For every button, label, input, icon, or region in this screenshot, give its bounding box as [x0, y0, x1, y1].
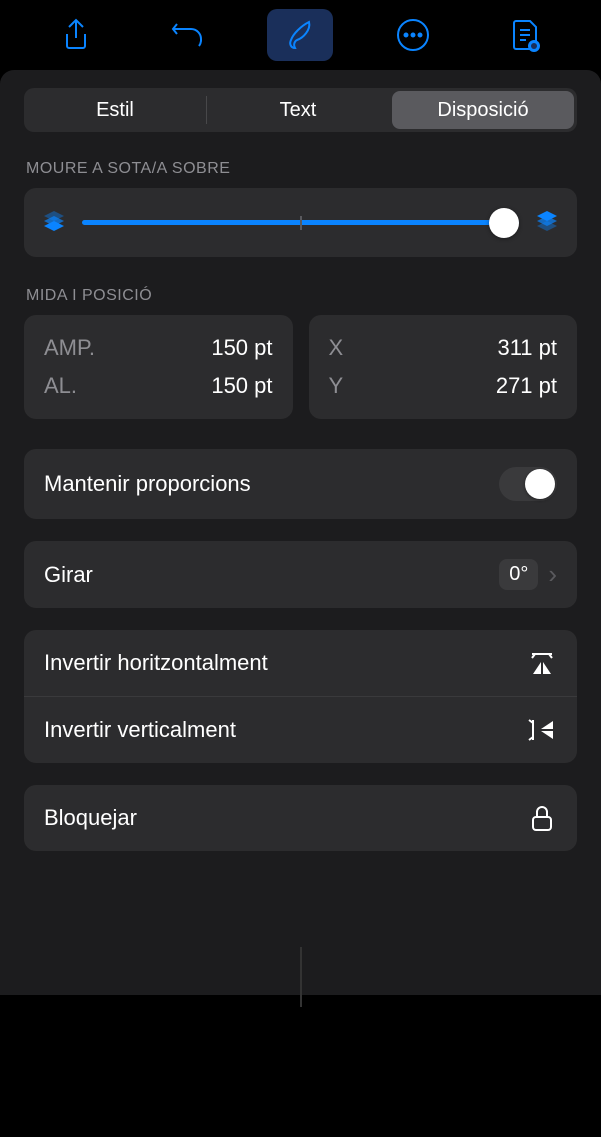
constrain-label: Mantenir proporcions	[44, 471, 251, 497]
rotate-row[interactable]: Girar 0° ›	[24, 541, 577, 608]
lock-label: Bloquejar	[44, 805, 137, 831]
height-row[interactable]: AL. 150 pt	[44, 367, 273, 405]
layer-back-icon	[40, 206, 68, 239]
width-label: AMP.	[44, 335, 95, 361]
undo-icon	[171, 20, 205, 50]
flip-vertical-icon	[527, 715, 557, 745]
constrain-panel: Mantenir proporcions	[24, 449, 577, 519]
layer-section-label: MOURE A SOTA/A SOBRE	[24, 160, 577, 178]
flip-horizontal-row[interactable]: Invertir horitzontalment	[24, 630, 577, 696]
y-label: Y	[329, 373, 344, 399]
chevron-right-icon: ›	[548, 559, 557, 590]
x-row[interactable]: X 311 pt	[329, 329, 558, 367]
document-icon	[510, 18, 540, 52]
constrain-switch[interactable]	[499, 467, 557, 501]
rotate-panel: Girar 0° ›	[24, 541, 577, 608]
slider-thumb[interactable]	[489, 208, 519, 238]
lock-icon	[527, 803, 557, 833]
format-panel: Estil Text Disposició MOURE A SOTA/A SOB…	[0, 70, 601, 995]
undo-button[interactable]	[155, 9, 221, 61]
width-row[interactable]: AMP. 150 pt	[44, 329, 273, 367]
x-label: X	[329, 335, 344, 361]
height-label: AL.	[44, 373, 77, 399]
tab-text[interactable]: Text	[207, 88, 389, 132]
width-value: 150 pt	[211, 335, 272, 361]
lock-row[interactable]: Bloquejar	[24, 785, 577, 851]
share-icon	[61, 18, 91, 52]
layer-front-icon	[533, 206, 561, 239]
switch-knob	[525, 469, 555, 499]
top-toolbar	[0, 0, 601, 70]
tab-style[interactable]: Estil	[24, 88, 206, 132]
callout-line	[300, 947, 302, 1007]
format-brush-icon	[283, 18, 317, 52]
layer-order-panel	[24, 188, 577, 257]
more-button[interactable]	[380, 9, 446, 61]
flip-v-label: Invertir verticalment	[44, 717, 236, 743]
tab-layout[interactable]: Disposició	[392, 91, 574, 129]
flip-horizontal-icon	[527, 648, 557, 678]
height-value: 150 pt	[211, 373, 272, 399]
rotate-label: Girar	[44, 562, 93, 588]
format-button[interactable]	[267, 9, 333, 61]
flip-h-label: Invertir horitzontalment	[44, 650, 268, 676]
bottom-area	[0, 997, 601, 1137]
size-box[interactable]: AMP. 150 pt AL. 150 pt	[24, 315, 293, 419]
slider-tick	[300, 216, 302, 230]
flip-vertical-row[interactable]: Invertir verticalment	[24, 696, 577, 763]
rotate-value: 0°	[499, 559, 538, 590]
format-tabs: Estil Text Disposició	[24, 88, 577, 132]
rotate-right: 0° ›	[499, 559, 557, 590]
position-box[interactable]: X 311 pt Y 271 pt	[309, 315, 578, 419]
x-value: 311 pt	[497, 335, 557, 361]
document-button[interactable]	[492, 9, 558, 61]
share-button[interactable]	[43, 9, 109, 61]
flip-panel: Invertir horitzontalment Invertir vertic…	[24, 630, 577, 763]
y-value: 271 pt	[496, 373, 557, 399]
size-section-label: MIDA I POSICIÓ	[24, 287, 577, 305]
lock-panel: Bloquejar	[24, 785, 577, 851]
more-icon	[396, 18, 430, 52]
constrain-row[interactable]: Mantenir proporcions	[24, 449, 577, 519]
size-position-grid: AMP. 150 pt AL. 150 pt X 311 pt Y 271 pt	[24, 315, 577, 419]
y-row[interactable]: Y 271 pt	[329, 367, 558, 405]
layer-order-slider[interactable]	[82, 208, 519, 238]
